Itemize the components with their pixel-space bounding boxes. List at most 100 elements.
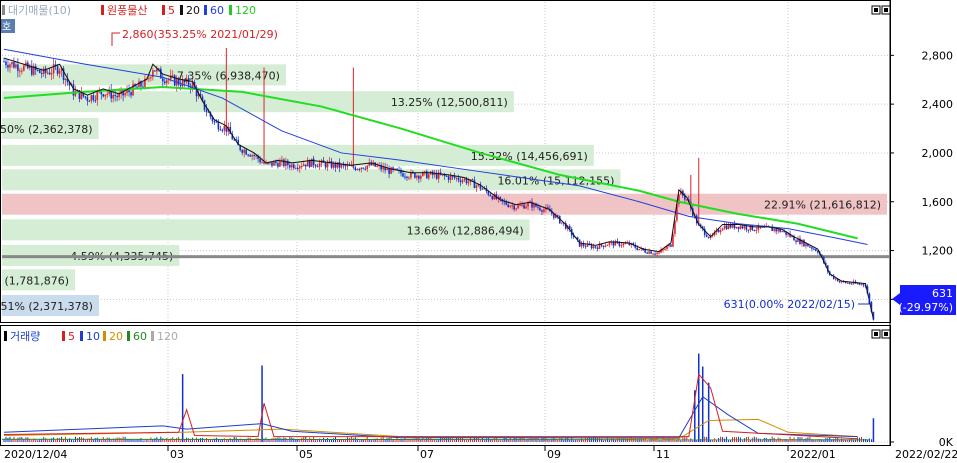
candle-body	[124, 93, 126, 96]
candle-body	[489, 194, 492, 197]
candle-body	[287, 160, 289, 166]
candle-body	[537, 206, 539, 208]
volume-pane-close-icon[interactable]	[881, 329, 891, 339]
candle-body	[803, 240, 805, 247]
stock-chart: 7.35% (6,938,470)13.25% (12,500,811)2.50…	[0, 0, 957, 461]
candle-body	[658, 252, 660, 254]
candle-body	[743, 226, 746, 229]
candle-body	[813, 248, 815, 250]
candle-body	[356, 168, 359, 170]
candle-body	[96, 91, 99, 101]
candle-body	[781, 231, 783, 233]
candle-body	[241, 150, 243, 153]
legend-marker-ma5	[162, 5, 165, 15]
legend-ma5: 5	[168, 4, 175, 17]
candle-body	[56, 66, 59, 74]
candle-body	[404, 176, 406, 178]
candle-body	[773, 229, 775, 231]
candle-body	[481, 188, 484, 190]
vlegend-ma20: 20	[109, 330, 123, 343]
candle-body	[9, 64, 11, 68]
current-price: 631	[932, 287, 953, 300]
vma20-line	[3, 418, 858, 440]
candle-body	[727, 224, 730, 230]
volume-profile-label: 2.51% (2,371,378)	[0, 300, 93, 313]
candle-body	[427, 174, 430, 179]
candle-body	[856, 283, 859, 285]
candle-body	[177, 79, 180, 85]
candle-body	[116, 96, 118, 98]
candle-body	[519, 204, 521, 206]
candle-body	[48, 72, 51, 75]
candle-body	[302, 164, 305, 167]
candle-body	[465, 178, 468, 184]
candle-body	[338, 162, 341, 168]
candle-body	[862, 284, 865, 286]
candle-body	[366, 165, 369, 170]
candle-body	[7, 65, 9, 68]
candle-body	[543, 209, 545, 212]
candle-body	[271, 162, 273, 166]
candle-body	[300, 166, 303, 168]
candle-body	[664, 248, 666, 250]
candle-body	[187, 78, 190, 86]
candle-body	[622, 243, 625, 246]
volume-pane-maximize-icon[interactable]	[871, 329, 881, 339]
candle-body	[362, 167, 365, 169]
candle-body	[138, 81, 140, 88]
vlegend-marker	[4, 331, 7, 341]
candle-body	[838, 281, 841, 283]
candle-body	[513, 205, 515, 210]
candle-body	[795, 240, 797, 242]
high-annotation: 2,860(353.25% 2021/01/29)	[111, 28, 278, 46]
candle-body	[705, 235, 708, 237]
candle-body	[289, 165, 291, 168]
candle-body	[624, 243, 627, 245]
legend-marker-price	[101, 5, 104, 15]
price-pane-close-icon[interactable]	[881, 5, 891, 15]
candle-body	[777, 229, 779, 232]
candle-body	[215, 121, 218, 123]
candle-body	[608, 242, 611, 245]
candle-body	[179, 84, 182, 87]
candle-body	[729, 224, 732, 228]
vma60-line	[1, 438, 871, 441]
volume-profile-label: 13.66% (12,886,494)	[407, 224, 524, 237]
candle-body	[475, 185, 478, 188]
x-tick-labels: 2020/12/04 03 05 07 09 11 2022/01 2022/02/22	[4, 446, 957, 461]
candle-body	[656, 252, 658, 254]
legend-marker-band	[2, 5, 5, 15]
legend-marker-ma120	[229, 5, 232, 15]
candle-body	[312, 158, 315, 166]
side-tab-label[interactable]: 호	[2, 21, 11, 33]
candle-body	[473, 179, 476, 188]
candle-body	[219, 129, 222, 131]
volume-profile-label: 1.89% (1,781,876)	[0, 274, 69, 287]
candle-body	[467, 181, 470, 184]
candle-body	[775, 229, 777, 232]
y-tick-label: 1,200	[922, 245, 954, 258]
candle-body	[40, 72, 43, 75]
candle-body	[360, 167, 363, 170]
volume-profile-label: 22.91% (21,616,812)	[764, 199, 881, 212]
candle-body	[388, 168, 390, 174]
candle-body	[46, 72, 49, 74]
candle-body	[15, 64, 17, 68]
support-line	[2, 255, 889, 259]
candle-body	[721, 228, 724, 231]
candle-body	[461, 180, 464, 183]
candle-body	[223, 125, 226, 131]
candle-body	[848, 282, 851, 284]
legend-marker-ma60	[204, 5, 207, 15]
candle-body	[277, 163, 279, 167]
candle-body	[245, 149, 247, 155]
candle-body	[316, 166, 319, 168]
price-pane-maximize-icon[interactable]	[871, 5, 881, 15]
candle-body	[5, 61, 7, 66]
candle-body	[414, 172, 416, 178]
side-tab[interactable]: 호	[1, 19, 15, 33]
candle-body	[332, 162, 335, 168]
current-change: (-29.97%)	[899, 301, 954, 314]
candle-body	[719, 230, 722, 233]
x-tick-label: 2022/01	[790, 448, 836, 461]
